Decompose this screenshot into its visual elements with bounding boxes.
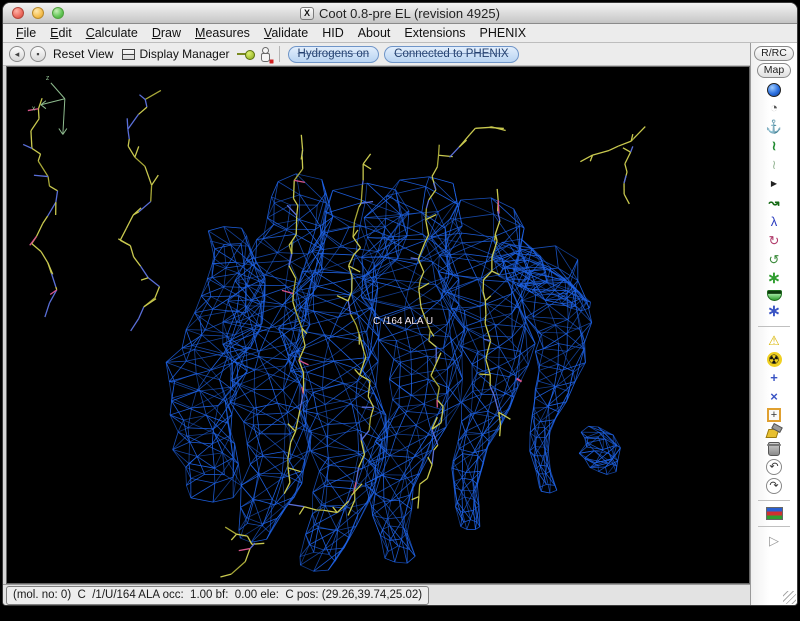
place-atom-icon[interactable]: + (767, 408, 781, 422)
menu-phenix[interactable]: PHENIX (473, 25, 534, 41)
status-text: (mol. no: 0) C /1/U/164 ALA occ: 1.00 bf… (6, 586, 429, 605)
display-manager-icon (122, 49, 135, 60)
display-manager-button[interactable]: Display Manager (120, 47, 231, 61)
add-alt-conf-icon[interactable]: × (765, 389, 783, 405)
anchor-fix-atoms-icon[interactable]: ⚓ (765, 119, 783, 135)
side-chain-flip-icon[interactable] (767, 290, 782, 301)
ligand-builder-icon[interactable] (766, 507, 783, 520)
collapse-toolbar-button[interactable]: ◂ (9, 46, 25, 62)
menu-hid[interactable]: HID (315, 25, 351, 41)
person-icon[interactable] (260, 47, 271, 61)
window-title: Coot 0.8-pre EL (revision 4925) (319, 6, 500, 21)
delete-item-icon[interactable] (768, 442, 780, 456)
menu-bar: FileEditCalculateDrawMeasuresValidateHID… (3, 24, 797, 43)
toolbar-separator (758, 326, 790, 327)
clock-icon[interactable]: ◔ (765, 100, 783, 116)
toolbar-separator (758, 526, 790, 527)
toolbar-separator (758, 500, 790, 501)
phenix-connection-button[interactable]: Connected to PHENIX (384, 46, 518, 63)
pointer-triangle-icon[interactable]: ▶ (765, 176, 783, 192)
rrc-button[interactable]: R/RC (754, 46, 794, 61)
clear-pending-picks-icon[interactable] (767, 425, 782, 439)
menu-measures[interactable]: Measures (188, 25, 257, 41)
atom-label: C /164 ALA U (373, 316, 433, 327)
edit-chi-angles-icon[interactable]: ↻ (765, 233, 783, 249)
svg-text:x: x (32, 106, 36, 113)
desktop-background: X Coot 0.8-pre EL (revision 4925) FileEd… (0, 0, 800, 621)
map-button[interactable]: Map (757, 63, 791, 78)
menu-extensions[interactable]: Extensions (397, 25, 472, 41)
real-space-refine-icon[interactable]: ≀ (765, 138, 783, 154)
redo-icon[interactable]: ↷ (766, 478, 782, 494)
flip-peptide-icon[interactable]: ∗ (765, 271, 783, 287)
menu-about[interactable]: About (351, 25, 398, 41)
main-toolbar: ◂ ▪ Reset View Display Manager Hydrogens… (3, 43, 750, 66)
toolbar-overflow-button[interactable]: ▪ (30, 46, 46, 62)
menu-calculate[interactable]: Calculate (79, 25, 145, 41)
rotamers-icon[interactable]: λ (765, 214, 783, 230)
resize-grip[interactable] (783, 591, 796, 604)
mutate-autofit-icon[interactable]: ☢ (767, 352, 782, 367)
left-column: ◂ ▪ Reset View Display Manager Hydrogens… (3, 43, 750, 605)
regularize-zone-icon[interactable]: ≀ (765, 157, 783, 173)
svg-text:z: z (46, 75, 50, 82)
menu-draw[interactable]: Draw (145, 25, 188, 41)
auto-fit-rotamer-icon[interactable]: ↝ (765, 195, 783, 211)
content-row: ◂ ▪ Reset View Display Manager Hydrogens… (3, 43, 797, 605)
gl-canvas[interactable]: x z C /164 ALA U (6, 66, 750, 584)
key-icon[interactable] (237, 49, 255, 59)
menu-file[interactable]: File (9, 25, 43, 41)
add-terminal-residue-icon[interactable]: + (765, 370, 783, 386)
toolbar-separator (279, 46, 280, 62)
title-bar[interactable]: X Coot 0.8-pre EL (revision 4925) (3, 3, 797, 24)
x11-app-icon: X (300, 7, 314, 20)
hydrogens-toggle-button[interactable]: Hydrogens on (288, 46, 380, 63)
undo-icon[interactable]: ↶ (766, 459, 782, 475)
menu-edit[interactable]: Edit (43, 25, 79, 41)
right-toolbar: R/RC Map ◔ ⚓ ≀ ≀ ▶ ↝ λ ↻ ↺ ∗ ∗ ⚠ ☢ + × + ↶ ↷ ▷ (750, 43, 797, 605)
coot-window: X Coot 0.8-pre EL (revision 4925) FileEd… (2, 2, 798, 606)
display-manager-label: Display Manager (139, 47, 229, 61)
status-bar: (mol. no: 0) C /1/U/164 ALA occ: 1.00 bf… (3, 584, 750, 605)
menu-validate[interactable]: Validate (257, 25, 315, 41)
run-script-icon[interactable]: ▷ (765, 533, 783, 549)
modelling-icon-stack: ◔ ⚓ ≀ ≀ ▶ ↝ λ ↻ ↺ ∗ ∗ ⚠ ☢ + × + ↶ ↷ ▷ (751, 83, 797, 549)
reset-view-button[interactable]: Reset View (51, 47, 115, 61)
window-title-area: X Coot 0.8-pre EL (revision 4925) (3, 3, 797, 24)
rotate-view-sphere-icon[interactable] (767, 83, 781, 97)
simple-mutate-icon[interactable]: ⚠ (765, 333, 783, 349)
torsion-general-icon[interactable]: ↺ (765, 252, 783, 268)
reset-view-label: Reset View (53, 47, 113, 61)
jed-flip-icon[interactable]: ∗ (765, 304, 783, 320)
